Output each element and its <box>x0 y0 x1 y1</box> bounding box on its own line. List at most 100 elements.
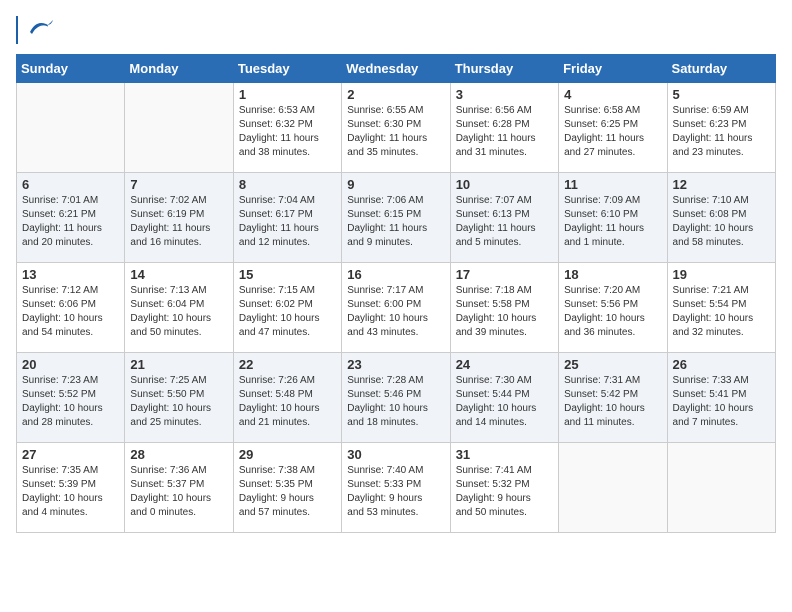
cell-detail: Sunrise: 7:15 AM Sunset: 6:02 PM Dayligh… <box>239 284 336 340</box>
calendar-cell: 24 Sunrise: 7:30 AM Sunset: 5:44 PM Dayli… <box>450 353 558 443</box>
day-number: 3 <box>456 87 553 102</box>
day-headers-row: SundayMondayTuesdayWednesdayThursdayFrid… <box>17 55 776 83</box>
calendar-cell: 3Sunrise: 6:56 AM Sunset: 6:28 PM Daylig… <box>450 83 558 173</box>
cell-detail: Sunrise: 7:12 AM Sunset: 6:06 PM Dayligh… <box>22 284 119 340</box>
day-header-sunday: Sunday <box>17 55 125 83</box>
calendar-cell: 15 Sunrise: 7:15 AM Sunset: 6:02 PM Dayli… <box>233 263 341 353</box>
calendar-cell: 6 Sunrise: 7:01 AM Sunset: 6:21 PM Daylig… <box>17 173 125 263</box>
cell-detail: Sunrise: 7:13 AM Sunset: 6:04 PM Dayligh… <box>130 284 227 340</box>
day-number: 30 <box>347 447 444 462</box>
calendar-cell: 8 Sunrise: 7:04 AM Sunset: 6:17 PM Daylig… <box>233 173 341 263</box>
day-number: 23 <box>347 357 444 372</box>
calendar-cell: 2Sunrise: 6:55 AM Sunset: 6:30 PM Daylig… <box>342 83 450 173</box>
calendar-cell: 4 Sunrise: 6:58 AM Sunset: 6:25 PM Daylig… <box>559 83 667 173</box>
week-row-0: 1Sunrise: 6:53 AM Sunset: 6:32 PM Daylig… <box>17 83 776 173</box>
cell-detail: Sunrise: 7:23 AM Sunset: 5:52 PM Dayligh… <box>22 374 119 430</box>
calendar-table: SundayMondayTuesdayWednesdayThursdayFrid… <box>16 54 776 533</box>
cell-detail: Sunrise: 7:35 AM Sunset: 5:39 PM Dayligh… <box>22 464 119 520</box>
week-row-1: 6 Sunrise: 7:01 AM Sunset: 6:21 PM Daylig… <box>17 173 776 263</box>
cell-detail: Sunrise: 7:10 AM Sunset: 6:08 PM Dayligh… <box>673 194 770 250</box>
day-number: 10 <box>456 177 553 192</box>
day-number: 5 <box>673 87 770 102</box>
calendar-cell: 13 Sunrise: 7:12 AM Sunset: 6:06 PM Dayli… <box>17 263 125 353</box>
calendar-cell: 21Sunrise: 7:25 AM Sunset: 5:50 PM Dayli… <box>125 353 233 443</box>
logo-bird-icon <box>26 18 54 38</box>
calendar-cell <box>559 443 667 533</box>
day-number: 29 <box>239 447 336 462</box>
day-number: 13 <box>22 267 119 282</box>
day-number: 25 <box>564 357 661 372</box>
day-number: 24 <box>456 357 553 372</box>
logo <box>16 16 54 44</box>
day-number: 8 <box>239 177 336 192</box>
calendar-cell: 11 Sunrise: 7:09 AM Sunset: 6:10 PM Dayli… <box>559 173 667 263</box>
calendar-cell: 14 Sunrise: 7:13 AM Sunset: 6:04 PM Dayli… <box>125 263 233 353</box>
day-header-monday: Monday <box>125 55 233 83</box>
day-header-wednesday: Wednesday <box>342 55 450 83</box>
page-header <box>16 16 776 44</box>
cell-detail: Sunrise: 7:30 AM Sunset: 5:44 PM Dayligh… <box>456 374 553 430</box>
calendar-cell: 7 Sunrise: 7:02 AM Sunset: 6:19 PM Daylig… <box>125 173 233 263</box>
calendar-cell: 10 Sunrise: 7:07 AM Sunset: 6:13 PM Dayli… <box>450 173 558 263</box>
day-number: 19 <box>673 267 770 282</box>
cell-detail: Sunrise: 7:36 AM Sunset: 5:37 PM Dayligh… <box>130 464 227 520</box>
day-number: 11 <box>564 177 661 192</box>
week-row-3: 20Sunrise: 7:23 AM Sunset: 5:52 PM Dayli… <box>17 353 776 443</box>
cell-detail: Sunrise: 7:17 AM Sunset: 6:00 PM Dayligh… <box>347 284 444 340</box>
cell-detail: Sunrise: 7:38 AM Sunset: 5:35 PM Dayligh… <box>239 464 336 520</box>
calendar-cell: 12 Sunrise: 7:10 AM Sunset: 6:08 PM Dayli… <box>667 173 775 263</box>
calendar-cell: 16 Sunrise: 7:17 AM Sunset: 6:00 PM Dayli… <box>342 263 450 353</box>
calendar-cell: 1Sunrise: 6:53 AM Sunset: 6:32 PM Daylig… <box>233 83 341 173</box>
calendar-cell: 17Sunrise: 7:18 AM Sunset: 5:58 PM Dayli… <box>450 263 558 353</box>
calendar-cell: 5 Sunrise: 6:59 AM Sunset: 6:23 PM Daylig… <box>667 83 775 173</box>
cell-detail: Sunrise: 7:31 AM Sunset: 5:42 PM Dayligh… <box>564 374 661 430</box>
day-number: 21 <box>130 357 227 372</box>
day-number: 4 <box>564 87 661 102</box>
day-number: 6 <box>22 177 119 192</box>
day-number: 22 <box>239 357 336 372</box>
day-header-saturday: Saturday <box>667 55 775 83</box>
day-number: 7 <box>130 177 227 192</box>
day-number: 27 <box>22 447 119 462</box>
day-number: 18 <box>564 267 661 282</box>
week-row-2: 13 Sunrise: 7:12 AM Sunset: 6:06 PM Dayli… <box>17 263 776 353</box>
day-number: 28 <box>130 447 227 462</box>
calendar-cell: 19 Sunrise: 7:21 AM Sunset: 5:54 PM Dayli… <box>667 263 775 353</box>
day-header-thursday: Thursday <box>450 55 558 83</box>
day-number: 9 <box>347 177 444 192</box>
calendar-cell <box>125 83 233 173</box>
calendar-cell: 29 Sunrise: 7:38 AM Sunset: 5:35 PM Dayli… <box>233 443 341 533</box>
day-header-tuesday: Tuesday <box>233 55 341 83</box>
day-number: 16 <box>347 267 444 282</box>
cell-detail: Sunrise: 7:20 AM Sunset: 5:56 PM Dayligh… <box>564 284 661 340</box>
cell-detail: Sunrise: 7:41 AM Sunset: 5:32 PM Dayligh… <box>456 464 553 520</box>
calendar-cell: 31Sunrise: 7:41 AM Sunset: 5:32 PM Dayli… <box>450 443 558 533</box>
calendar-cell: 23 Sunrise: 7:28 AM Sunset: 5:46 PM Dayli… <box>342 353 450 443</box>
cell-detail: Sunrise: 7:06 AM Sunset: 6:15 PM Dayligh… <box>347 194 444 250</box>
cell-detail: Sunrise: 6:53 AM Sunset: 6:32 PM Dayligh… <box>239 104 336 160</box>
week-row-4: 27 Sunrise: 7:35 AM Sunset: 5:39 PM Dayli… <box>17 443 776 533</box>
cell-detail: Sunrise: 6:55 AM Sunset: 6:30 PM Dayligh… <box>347 104 444 160</box>
cell-detail: Sunrise: 6:59 AM Sunset: 6:23 PM Dayligh… <box>673 104 770 160</box>
calendar-cell: 27 Sunrise: 7:35 AM Sunset: 5:39 PM Dayli… <box>17 443 125 533</box>
calendar-cell: 9 Sunrise: 7:06 AM Sunset: 6:15 PM Daylig… <box>342 173 450 263</box>
cell-detail: Sunrise: 7:28 AM Sunset: 5:46 PM Dayligh… <box>347 374 444 430</box>
cell-detail: Sunrise: 7:01 AM Sunset: 6:21 PM Dayligh… <box>22 194 119 250</box>
day-header-friday: Friday <box>559 55 667 83</box>
calendar-cell: 26Sunrise: 7:33 AM Sunset: 5:41 PM Dayli… <box>667 353 775 443</box>
day-number: 12 <box>673 177 770 192</box>
cell-detail: Sunrise: 7:07 AM Sunset: 6:13 PM Dayligh… <box>456 194 553 250</box>
calendar-cell <box>667 443 775 533</box>
calendar-cell: 18 Sunrise: 7:20 AM Sunset: 5:56 PM Dayli… <box>559 263 667 353</box>
day-number: 15 <box>239 267 336 282</box>
cell-detail: Sunrise: 6:58 AM Sunset: 6:25 PM Dayligh… <box>564 104 661 160</box>
cell-detail: Sunrise: 7:09 AM Sunset: 6:10 PM Dayligh… <box>564 194 661 250</box>
cell-detail: Sunrise: 7:02 AM Sunset: 6:19 PM Dayligh… <box>130 194 227 250</box>
day-number: 14 <box>130 267 227 282</box>
calendar-cell: 30 Sunrise: 7:40 AM Sunset: 5:33 PM Dayli… <box>342 443 450 533</box>
calendar-cell: 28 Sunrise: 7:36 AM Sunset: 5:37 PM Dayli… <box>125 443 233 533</box>
day-number: 26 <box>673 357 770 372</box>
cell-detail: Sunrise: 7:40 AM Sunset: 5:33 PM Dayligh… <box>347 464 444 520</box>
cell-detail: Sunrise: 7:04 AM Sunset: 6:17 PM Dayligh… <box>239 194 336 250</box>
cell-detail: Sunrise: 7:21 AM Sunset: 5:54 PM Dayligh… <box>673 284 770 340</box>
